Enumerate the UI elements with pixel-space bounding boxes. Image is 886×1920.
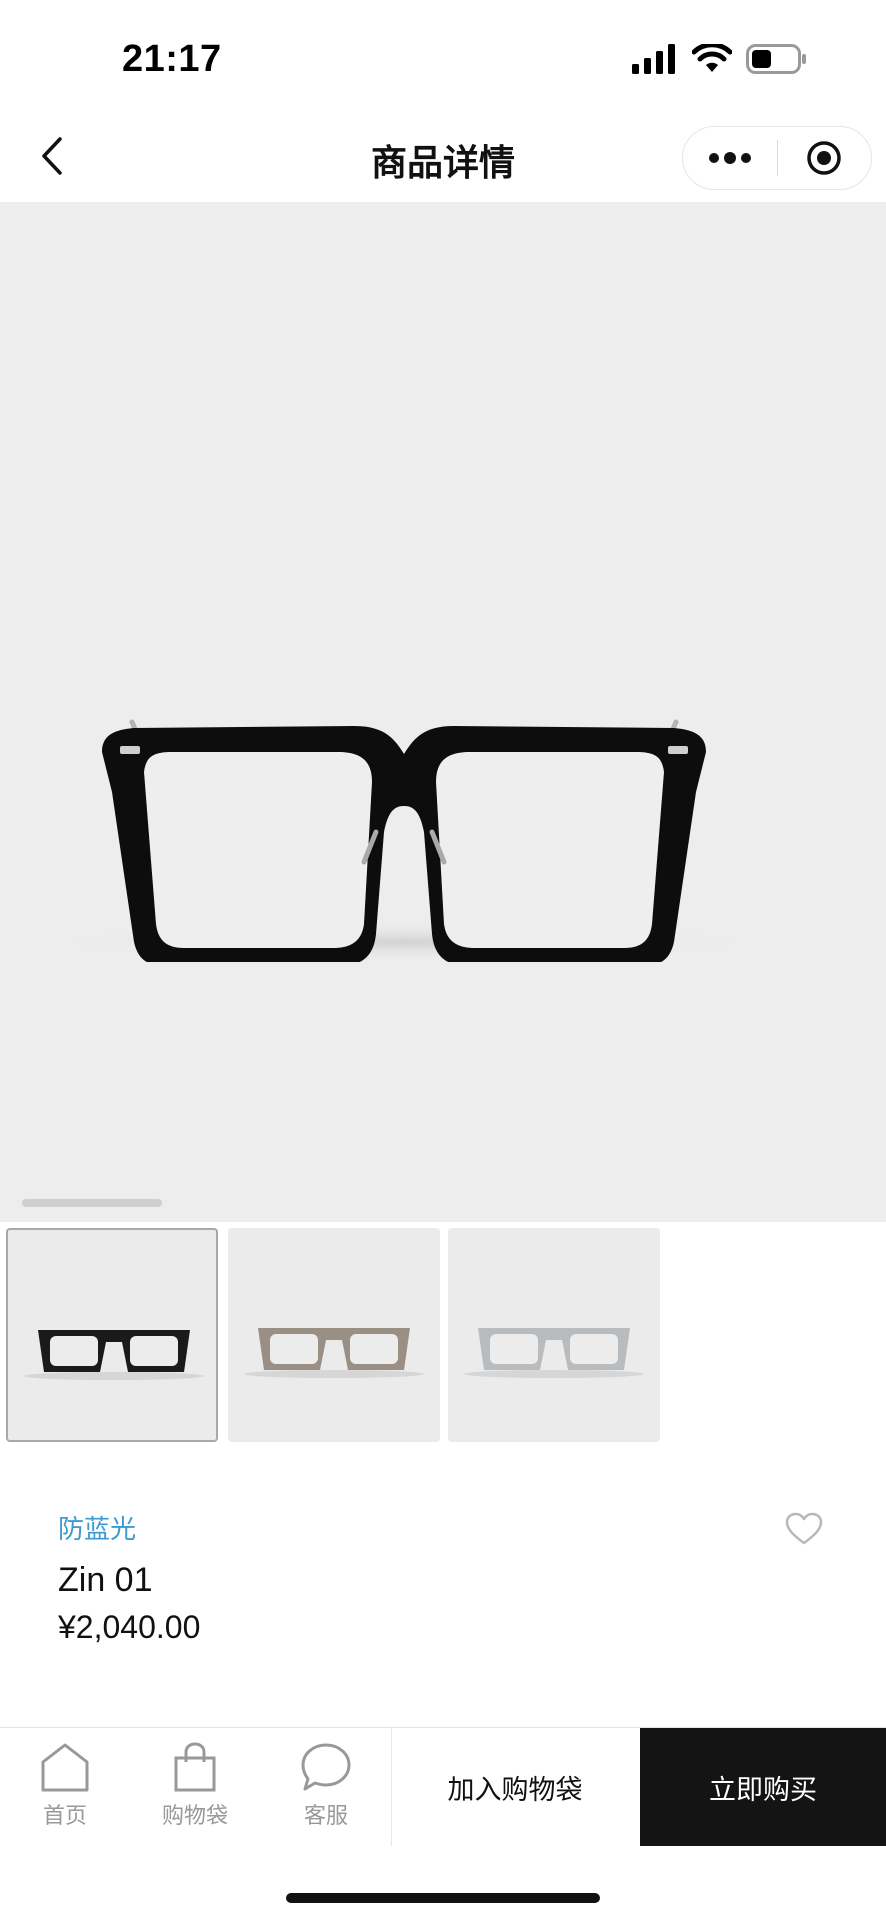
signal-icon <box>632 44 675 74</box>
chat-bubble-icon <box>301 1743 351 1791</box>
glasses-image <box>34 719 774 962</box>
back-button[interactable] <box>28 132 76 180</box>
bottom-action-bar: 首页 购物袋 客服 加入购物袋 立即购买 <box>0 1727 886 1846</box>
favorite-button[interactable] <box>780 1507 828 1551</box>
tab-label: 客服 <box>303 1803 348 1828</box>
home-icon <box>41 1743 89 1792</box>
close-button[interactable] <box>778 126 872 190</box>
scroll-indicator-fill <box>22 1199 162 1207</box>
wifi-icon <box>692 44 732 72</box>
status-icons <box>632 44 808 74</box>
status-time: 21:17 <box>122 38 222 80</box>
more-button[interactable] <box>683 126 777 190</box>
mini-program-capsule <box>682 126 872 190</box>
nav-bar: 商品详情 <box>0 110 886 202</box>
glasses-thumbnail-icon <box>24 1330 204 1380</box>
bag-icon <box>174 1742 216 1792</box>
chevron-left-icon <box>42 137 62 175</box>
tab-home[interactable]: 首页 <box>15 1742 115 1838</box>
tab-label: 购物袋 <box>161 1803 228 1828</box>
thumbnail-black[interactable] <box>6 1228 218 1442</box>
product-hero-image[interactable] <box>0 202 886 1222</box>
battery-icon <box>746 44 806 74</box>
product-name: Zin 01 <box>58 1561 153 1599</box>
tab-bag[interactable]: 购物袋 <box>145 1742 245 1838</box>
target-close-icon <box>807 141 841 175</box>
product-price: ¥2,040.00 <box>58 1609 201 1645</box>
tab-customer-service[interactable]: 客服 <box>276 1742 376 1838</box>
color-thumbnails <box>0 1226 886 1446</box>
more-dots-icon <box>708 152 751 164</box>
buy-now-button[interactable]: 立即购买 <box>640 1728 886 1846</box>
glasses-thumbnail-icon <box>244 1328 424 1378</box>
thumbnail-taupe[interactable] <box>228 1228 440 1442</box>
glasses-thumbnail-icon <box>464 1328 644 1378</box>
gallery-scroll-indicator <box>22 1199 162 1207</box>
product-tag: 防蓝光 <box>58 1514 137 1544</box>
status-bar: 21:17 <box>0 0 886 110</box>
home-indicator[interactable] <box>286 1893 600 1903</box>
tab-label: 首页 <box>42 1803 87 1828</box>
add-to-bag-button[interactable]: 加入购物袋 <box>392 1728 638 1846</box>
heart-icon <box>785 1512 823 1545</box>
thumbnail-clear[interactable] <box>448 1228 660 1442</box>
